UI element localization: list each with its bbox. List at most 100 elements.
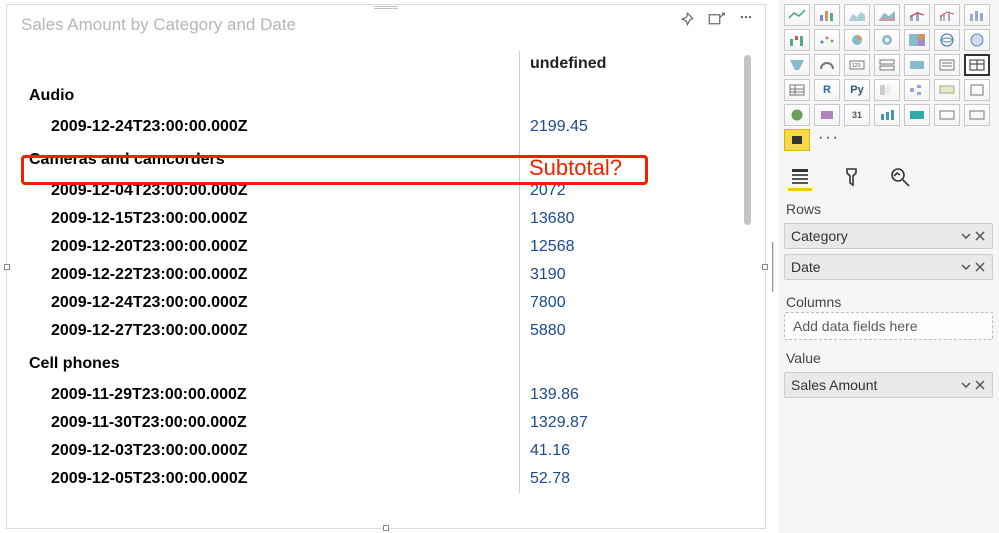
more-options-icon[interactable] [737,11,755,29]
viz-paginated-report[interactable] [964,79,990,101]
viz-waterfall[interactable] [784,29,810,51]
viz-gauge[interactable] [814,54,840,76]
matrix-row-value: 52.78 [519,465,755,493]
matrix-row-value: 3190 [519,261,755,289]
viz-scatter[interactable] [814,29,840,51]
matrix-visual[interactable]: undefinedAudio2009-12-24T23:00:00.000Z21… [19,51,755,522]
matrix-row-value: 2072 [519,177,755,205]
resize-handle-right[interactable] [762,264,768,270]
viz-qa[interactable] [934,79,960,101]
tab-analytics[interactable] [888,163,912,191]
viz-pie[interactable] [844,29,870,51]
field-chip-label: Date [791,259,821,275]
viz-stacked-area[interactable] [874,4,900,26]
viz-get-more-visuals[interactable]: ··· [814,129,840,151]
category-row[interactable]: Cell phones [19,345,519,381]
viz-kpi[interactable] [904,54,930,76]
viz-area-chart[interactable] [844,4,870,26]
visual-title: Sales Amount by Category and Date [7,5,765,41]
resize-handle-bottom[interactable] [383,525,389,531]
rows-section-label: Rows [784,191,993,219]
resize-handle-left[interactable] [4,264,10,270]
column-header: undefined [519,51,755,77]
viz-ribbon[interactable] [964,4,990,26]
matrix-row-label[interactable]: 2009-12-15T23:00:00.000Z [19,205,519,233]
remove-field-icon[interactable] [974,230,986,242]
matrix-row-label[interactable]: 2009-12-24T23:00:00.000Z [19,289,519,317]
viz-matrix[interactable] [784,79,810,101]
viz-table[interactable] [964,54,990,76]
viz-slicer[interactable] [934,54,960,76]
viz-r-script[interactable]: R [814,79,840,101]
vertical-scrollbar[interactable] [744,55,751,225]
viz-power-apps[interactable] [814,104,840,126]
svg-text:123: 123 [852,63,861,69]
visual-drag-handle[interactable] [374,6,398,10]
annotation-text: Subtotal? [529,155,622,181]
visual-header-toolbar [677,11,755,29]
tab-format[interactable] [838,163,862,191]
viz-custom-4[interactable] [874,104,900,126]
viz-arcgis[interactable] [784,104,810,126]
viz-multi-row-card[interactable] [874,54,900,76]
chevron-down-icon[interactable] [960,261,972,273]
viz-key-influencers[interactable] [874,79,900,101]
viz-custom-7[interactable] [964,104,990,126]
remove-field-icon[interactable] [974,261,986,273]
viz-decomposition-tree[interactable] [904,79,930,101]
matrix-row-label[interactable]: 2009-11-29T23:00:00.000Z [19,381,519,409]
category-row[interactable]: Audio [19,77,519,113]
pane-splitter[interactable] [772,242,774,292]
chevron-down-icon[interactable] [960,379,972,391]
viz-donut[interactable] [874,29,900,51]
visualizations-pane: 123 R Py 31 ··· Rows [778,0,999,533]
matrix-row-label[interactable]: 2009-12-04T23:00:00.000Z [19,177,519,205]
viz-line-clustered-column[interactable] [934,4,960,26]
focus-mode-icon[interactable] [707,11,725,29]
field-chip-sales-amount[interactable]: Sales Amount [784,372,993,398]
matrix-row-label[interactable]: 2009-12-24T23:00:00.000Z [19,113,519,141]
matrix-row-value: 139.86 [519,381,755,409]
viz-treemap[interactable] [904,29,930,51]
viz-custom-6[interactable] [934,104,960,126]
report-canvas: Sales Amount by Category and Date undefi… [6,4,766,529]
matrix-row-value: 5880 [519,317,755,345]
matrix-row-value: 12568 [519,233,755,261]
pane-tabs [784,157,993,191]
field-chip-date[interactable]: Date [784,254,993,280]
viz-card[interactable]: 123 [844,54,870,76]
remove-field-icon[interactable] [974,379,986,391]
viz-line-stacked-column[interactable] [904,4,930,26]
viz-custom-selected[interactable] [784,129,810,151]
visualization-type-picker: 123 R Py 31 ··· [784,4,993,151]
viz-custom-31[interactable]: 31 [844,104,870,126]
viz-filled-map[interactable] [964,29,990,51]
pin-icon[interactable] [677,11,695,29]
viz-line-chart[interactable] [784,4,810,26]
viz-funnel[interactable] [784,54,810,76]
category-row[interactable]: Cameras and camcorders [19,141,519,177]
matrix-row-label[interactable]: 2009-12-27T23:00:00.000Z [19,317,519,345]
matrix-row-label[interactable]: 2009-12-03T23:00:00.000Z [19,437,519,465]
matrix-row-label[interactable]: 2009-11-30T23:00:00.000Z [19,409,519,437]
matrix-row-value: 41.16 [519,437,755,465]
viz-custom-5[interactable] [904,104,930,126]
matrix-row-label[interactable]: 2009-12-20T23:00:00.000Z [19,233,519,261]
matrix-row-label[interactable]: 2009-12-05T23:00:00.000Z [19,465,519,493]
viz-map[interactable] [934,29,960,51]
matrix-row-value: 7800 [519,289,755,317]
columns-field-well[interactable]: Add data fields here [784,312,993,340]
viz-python[interactable]: Py [844,79,870,101]
columns-placeholder: Add data fields here [793,318,918,334]
columns-section-label: Columns [784,284,993,312]
value-field-well[interactable]: Sales Amount [784,372,993,398]
tab-fields[interactable] [788,163,812,191]
viz-stacked-bar[interactable] [814,4,840,26]
matrix-row-value: 2199.45 [519,113,755,141]
matrix-row-label[interactable]: 2009-12-22T23:00:00.000Z [19,261,519,289]
rows-field-well[interactable]: Category Date [784,223,993,280]
field-chip-category[interactable]: Category [784,223,993,249]
chevron-down-icon[interactable] [960,230,972,242]
field-chip-label: Category [791,228,848,244]
field-chip-label: Sales Amount [791,377,877,393]
